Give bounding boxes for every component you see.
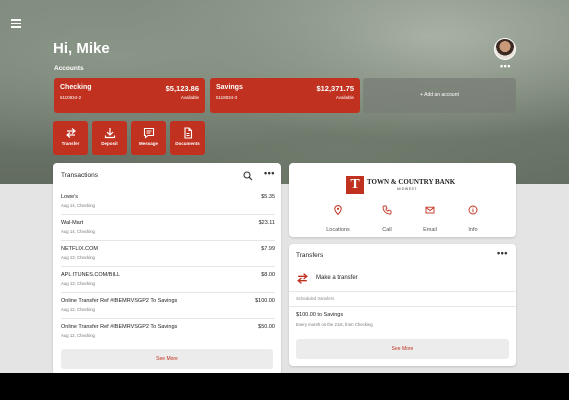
account-number: 5118834-3: [216, 95, 238, 100]
balance-label: Available: [180, 95, 199, 100]
tx-date: Aug 13, Checking: [61, 255, 95, 260]
swap-arrows-icon: [65, 128, 76, 138]
make-transfer-label: Make a transfer: [316, 275, 358, 281]
table-row[interactable]: Wal-Mart Aug 14, Checking $23.11: [61, 215, 275, 241]
merchant: NETFLIX.COM: [61, 246, 98, 252]
account-card-checking[interactable]: Checking 6110834-2 $5,123.86 Available: [54, 78, 205, 113]
table-row[interactable]: APL ITUNES.COM/BILL Aug 13, Checking $8.…: [61, 267, 275, 293]
transactions-title: Transactions: [61, 172, 98, 179]
add-account-button[interactable]: + Add an account: [363, 78, 516, 113]
bank-logo: T TOWN & COUNTRY BANK MIDWEST: [346, 176, 461, 196]
tx-amount: $5.35: [261, 194, 275, 200]
tx-amount: $50.00: [258, 324, 275, 330]
bank-info-card: T TOWN & COUNTRY BANK MIDWEST Locations …: [289, 163, 516, 237]
tx-date: Aug 12, Checking: [61, 307, 95, 312]
link-label: Info: [468, 227, 478, 233]
table-row[interactable]: NETFLIX.COM Aug 13, Checking $7.99: [61, 241, 275, 267]
divider: [289, 306, 516, 307]
table-row[interactable]: Online Transfer Ref #IBEMRVSGP2 To Savin…: [61, 319, 275, 345]
info-icon: [468, 205, 478, 215]
merchant: Lowe's: [61, 194, 78, 200]
locations-link[interactable]: Locations: [318, 205, 358, 236]
transfer-button[interactable]: Transfer: [53, 121, 88, 155]
document-icon: [183, 127, 192, 139]
divider: [289, 291, 516, 292]
table-row[interactable]: Online Transfer Ref #IBEMRVSGP2 To Savin…: [61, 293, 275, 319]
accounts-label: Accounts: [54, 65, 84, 72]
tx-amount: $23.11: [258, 220, 275, 226]
chat-bubble-icon: [143, 127, 154, 139]
envelope-icon: [425, 206, 435, 214]
action-label: Transfer: [61, 141, 80, 146]
table-row[interactable]: Lowe's Aug 14, Checking $5.35: [61, 189, 275, 215]
accounts-more-icon[interactable]: •••: [500, 61, 511, 71]
scheduled-description: Every month on the 21st, from Checking: [296, 322, 373, 327]
email-link[interactable]: Email: [410, 205, 450, 236]
tx-amount: $7.99: [261, 246, 275, 252]
download-tray-icon: [104, 128, 115, 139]
account-name: Savings: [216, 84, 243, 91]
swap-arrows-icon: [297, 273, 308, 284]
tx-date: Aug 14, Checking: [61, 229, 95, 234]
message-button[interactable]: Message: [131, 121, 166, 155]
balance-label: Available: [335, 95, 354, 100]
account-name: Checking: [60, 84, 92, 91]
account-balance: $12,371.75: [316, 84, 354, 93]
transfers-see-more-button[interactable]: See More: [296, 339, 509, 359]
link-label: Email: [423, 227, 437, 233]
location-pin-icon: [334, 205, 342, 215]
scheduled-transfers-label: Scheduled transfers: [296, 296, 335, 301]
action-label: Message: [138, 141, 158, 146]
greeting: Hi, Mike: [53, 40, 110, 57]
tx-date: Aug 13, Checking: [61, 281, 95, 286]
account-number: 6110834-2: [60, 95, 82, 100]
avatar[interactable]: [494, 38, 516, 60]
deposit-button[interactable]: Deposit: [92, 121, 127, 155]
transactions-card: Transactions ••• Lowe's Aug 14, Checking…: [53, 163, 281, 373]
merchant: Online Transfer Ref #IBEMRVSGP2 To Savin…: [61, 324, 178, 330]
action-label: Deposit: [101, 141, 118, 146]
transactions-see-more-button[interactable]: See More: [61, 349, 273, 369]
account-card-savings[interactable]: Savings 5118834-3 $12,371.75 Available: [210, 78, 360, 113]
merchant: Wal-Mart: [61, 220, 84, 226]
link-label: Call: [382, 227, 392, 233]
transfers-more-icon[interactable]: •••: [497, 248, 508, 258]
hamburger-icon[interactable]: [11, 19, 21, 28]
search-icon[interactable]: [243, 171, 253, 181]
account-balance: $5,123.86: [165, 84, 199, 93]
info-link[interactable]: Info: [453, 205, 493, 236]
tx-date: Aug 14, Checking: [61, 203, 95, 208]
tx-amount: $100.00: [255, 298, 275, 304]
transfers-title: Transfers: [296, 252, 324, 259]
tx-amount: $8.00: [261, 272, 275, 278]
phone-icon: [382, 205, 392, 215]
hero-banner: Hi, Mike Accounts ••• Checking 6110834-2…: [0, 0, 569, 184]
call-link[interactable]: Call: [367, 205, 407, 236]
bank-logo-mark: T: [346, 176, 364, 194]
documents-button[interactable]: Documents: [170, 121, 205, 155]
scheduled-amount[interactable]: $100.00 to Savings: [296, 312, 343, 318]
app-screen: Hi, Mike Accounts ••• Checking 6110834-2…: [0, 0, 569, 373]
transactions-more-icon[interactable]: •••: [264, 168, 275, 178]
bank-name: TOWN & COUNTRY BANK: [367, 178, 456, 186]
action-label: Documents: [175, 141, 200, 146]
merchant: APL ITUNES.COM/BILL: [61, 272, 121, 278]
bank-subname: MIDWEST: [397, 187, 418, 191]
link-label: Locations: [326, 227, 350, 233]
transfers-card: Transfers ••• Make a transfer Scheduled …: [289, 244, 516, 366]
tx-date: Aug 12, Checking: [61, 333, 95, 338]
merchant: Online Transfer Ref #IBEMRVSGP2 To Savin…: [61, 298, 178, 304]
make-transfer-button[interactable]: Make a transfer: [296, 272, 436, 286]
